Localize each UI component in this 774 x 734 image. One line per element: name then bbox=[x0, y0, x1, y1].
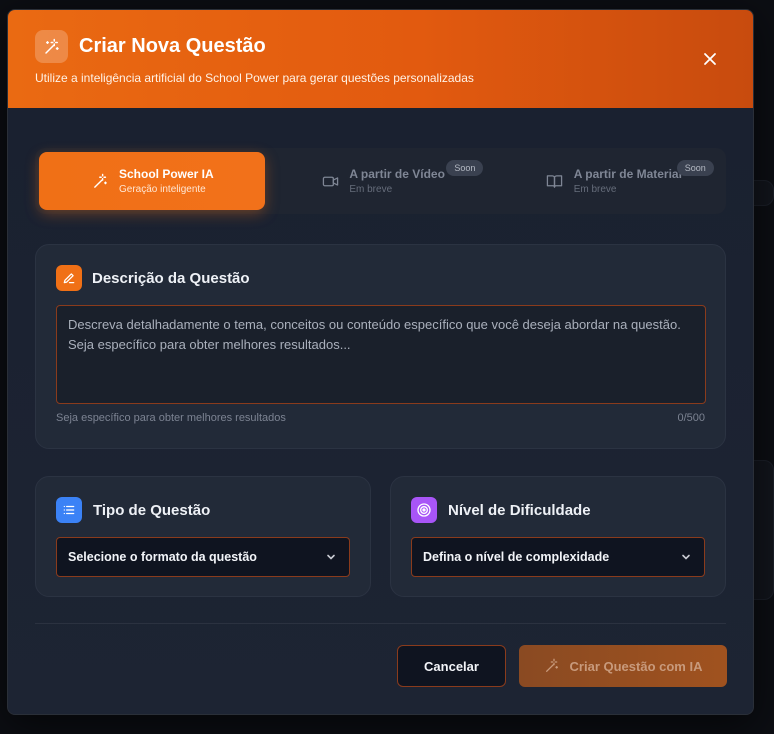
modal-title: Criar Nova Questão bbox=[79, 35, 266, 57]
tab-from-material[interactable]: A partir de Material Em breve Soon bbox=[500, 152, 726, 210]
soon-badge: Soon bbox=[446, 160, 484, 176]
magic-wand-icon bbox=[545, 658, 558, 672]
description-title: Descrição da Questão bbox=[92, 270, 250, 287]
soon-badge: Soon bbox=[676, 160, 714, 176]
generation-mode-tabs: School Power IA Geração inteligente A pa… bbox=[35, 148, 726, 214]
create-question-label: Criar Questão com IA bbox=[569, 658, 703, 674]
tab-school-power-ia[interactable]: School Power IA Geração inteligente bbox=[39, 152, 266, 210]
cancel-button[interactable]: Cancelar bbox=[397, 645, 506, 687]
description-hint: Seja específico para obter melhores resu… bbox=[56, 412, 286, 424]
difficulty-panel: Nível de Dificuldade Defina o nível de c… bbox=[390, 476, 726, 597]
create-question-button[interactable]: Criar Questão com IA bbox=[519, 645, 727, 687]
chevron-down-icon bbox=[682, 554, 690, 560]
modal-subtitle: Utilize a inteligência artificial do Sch… bbox=[35, 71, 474, 85]
question-format-value: Selecione o formato da questão bbox=[68, 550, 257, 564]
difficulty-select[interactable]: Defina o nível de complexidade bbox=[411, 537, 705, 577]
magic-wand-icon bbox=[35, 30, 68, 63]
create-question-modal: Criar Nova Questão Utilize a inteligênci… bbox=[7, 9, 754, 715]
description-panel: Descrição da Questão Seja específico par… bbox=[35, 244, 726, 449]
question-description-textarea[interactable] bbox=[56, 305, 706, 404]
modal-body: School Power IA Geração inteligente A pa… bbox=[8, 108, 753, 714]
tab-subtitle: Em breve bbox=[573, 184, 617, 195]
pencil-icon bbox=[56, 265, 82, 291]
question-type-title: Tipo de Questão bbox=[93, 502, 211, 519]
tab-title: School Power IA bbox=[119, 167, 214, 181]
video-icon bbox=[321, 172, 339, 190]
modal-header: Criar Nova Questão Utilize a inteligênci… bbox=[8, 10, 753, 108]
character-counter: 0/500 bbox=[677, 412, 705, 424]
magic-wand-icon bbox=[91, 172, 109, 190]
tab-title: A partir de Vídeo bbox=[349, 167, 445, 181]
chevron-down-icon bbox=[327, 554, 335, 560]
question-format-select[interactable]: Selecione o formato da questão bbox=[56, 537, 350, 577]
list-icon bbox=[56, 497, 82, 523]
close-icon[interactable] bbox=[701, 50, 719, 68]
tab-subtitle: Em breve bbox=[349, 184, 393, 195]
target-icon bbox=[411, 497, 437, 523]
question-type-panel: Tipo de Questão Selecione o formato da q… bbox=[35, 476, 371, 597]
difficulty-value: Defina o nível de complexidade bbox=[423, 550, 610, 564]
difficulty-title: Nível de Dificuldade bbox=[448, 502, 591, 519]
tab-from-video[interactable]: A partir de Vídeo Em breve Soon bbox=[269, 152, 495, 210]
book-icon bbox=[546, 172, 564, 190]
tab-title: A partir de Material bbox=[573, 167, 682, 181]
tab-subtitle: Geração inteligente bbox=[119, 184, 206, 195]
footer-divider bbox=[35, 623, 726, 624]
